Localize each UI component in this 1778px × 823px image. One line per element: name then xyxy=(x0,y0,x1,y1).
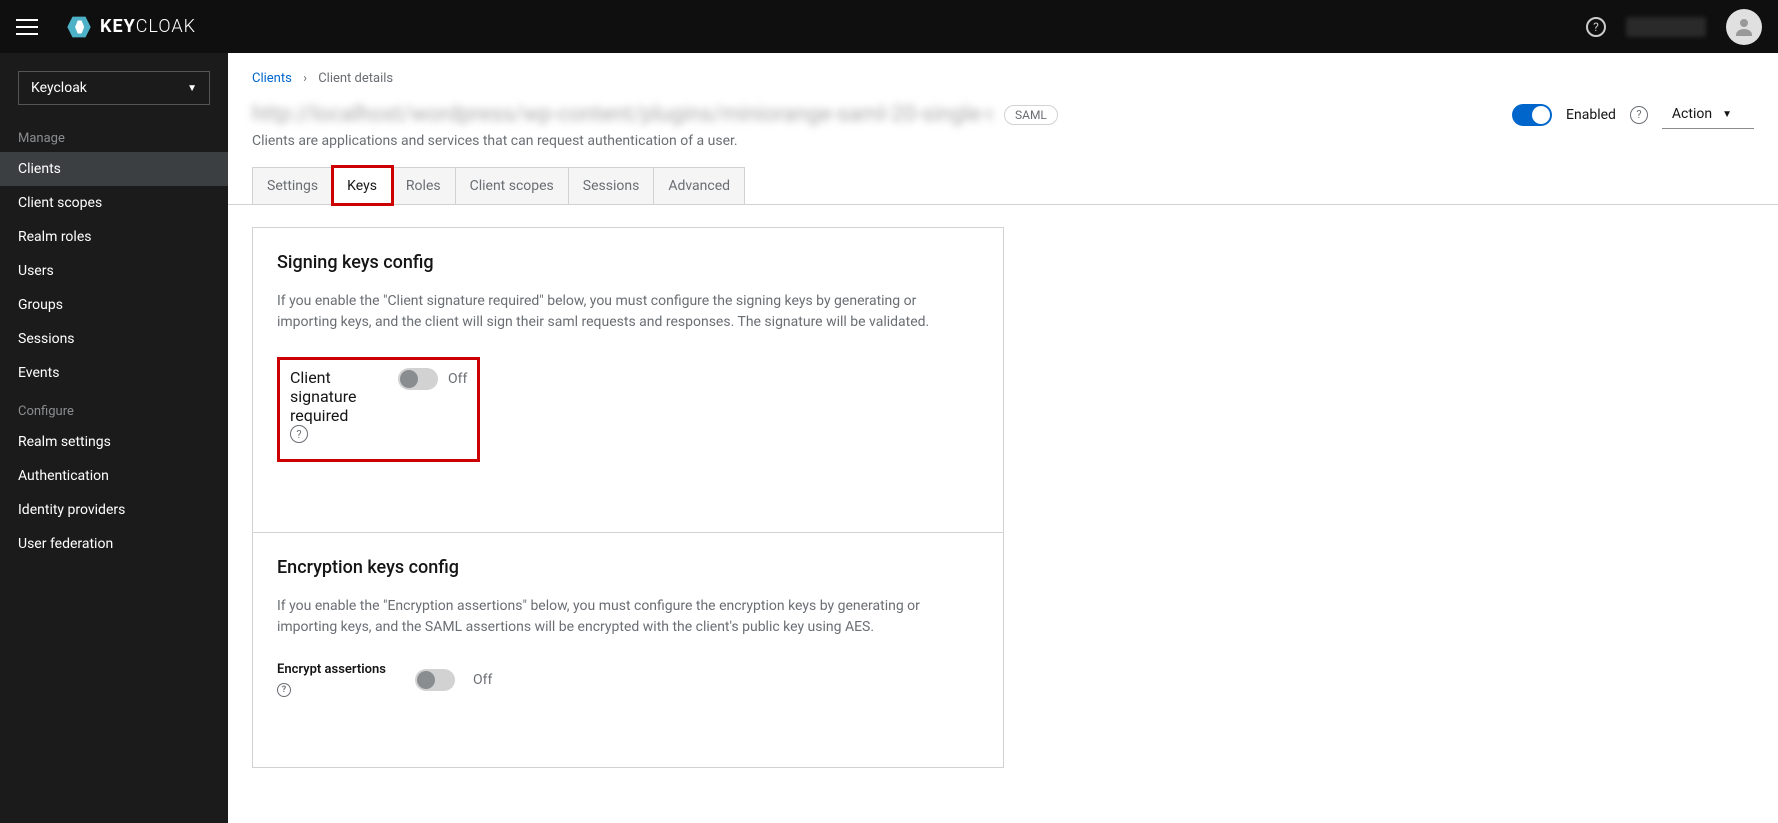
client-signature-required-label: Client signature required ? xyxy=(290,368,380,443)
sidebar-item-users[interactable]: Users xyxy=(0,254,228,288)
client-signature-required-highlight: Client signature required ? Off xyxy=(277,357,480,462)
client-id-blurred: http://localhost/wordpress/wp-content/pl… xyxy=(252,102,992,127)
breadcrumb-root[interactable]: Clients xyxy=(252,71,292,86)
main-content: Clients › Client details http://localhos… xyxy=(228,53,1778,823)
chevron-right-icon: › xyxy=(303,71,307,86)
breadcrumb: Clients › Client details xyxy=(228,53,1778,92)
encrypt-assertions-toggle[interactable] xyxy=(415,669,455,691)
encrypt-assertions-row: Encrypt assertions ? Off xyxy=(277,662,979,697)
enabled-toggle[interactable] xyxy=(1512,104,1552,126)
user-menu[interactable] xyxy=(1626,17,1706,37)
topbar-right: ? xyxy=(1586,9,1762,45)
encrypt-assertions-state: Off xyxy=(473,672,492,688)
encrypt-assertions-label: Encrypt assertions ? xyxy=(277,662,397,697)
brand-text: KEYCLOAK xyxy=(100,16,196,37)
help-icon[interactable]: ? xyxy=(290,425,308,443)
sidebar-item-realm-settings[interactable]: Realm settings xyxy=(0,425,228,459)
help-icon[interactable]: ? xyxy=(277,683,291,697)
action-dropdown-label: Action xyxy=(1672,106,1712,122)
caret-down-icon: ▼ xyxy=(1722,109,1732,120)
signing-title: Signing keys config xyxy=(277,252,979,273)
avatar[interactable] xyxy=(1726,9,1762,45)
keys-card: Signing keys config If you enable the "C… xyxy=(252,227,1004,768)
action-dropdown[interactable]: Action ▼ xyxy=(1662,100,1754,129)
topbar: KEYCLOAK ? xyxy=(0,0,1778,53)
sidebar-heading-configure: Configure xyxy=(0,390,228,425)
sidebar-item-events[interactable]: Events xyxy=(0,356,228,390)
tab-sessions[interactable]: Sessions xyxy=(569,167,655,204)
menu-toggle-icon[interactable] xyxy=(16,15,40,39)
sidebar-item-user-federation[interactable]: User federation xyxy=(0,527,228,561)
sidebar-heading-manage: Manage xyxy=(0,117,228,152)
sidebar-item-groups[interactable]: Groups xyxy=(0,288,228,322)
tab-client-scopes[interactable]: Client scopes xyxy=(456,167,569,204)
sidebar-item-authentication[interactable]: Authentication xyxy=(0,459,228,493)
sidebar: Keycloak ▼ Manage Clients Client scopes … xyxy=(0,53,228,823)
sidebar-item-identity-providers[interactable]: Identity providers xyxy=(0,493,228,527)
tabs: Settings Keys Roles Client scopes Sessio… xyxy=(228,167,1778,205)
enabled-label: Enabled xyxy=(1566,107,1616,123)
tab-settings[interactable]: Settings xyxy=(252,167,333,204)
signing-desc: If you enable the "Client signature requ… xyxy=(277,291,979,333)
sidebar-item-sessions[interactable]: Sessions xyxy=(0,322,228,356)
realm-selector[interactable]: Keycloak ▼ xyxy=(18,71,210,105)
realm-selector-label: Keycloak xyxy=(31,80,87,96)
help-icon[interactable]: ? xyxy=(1630,106,1648,124)
client-signature-required-state: Off xyxy=(448,371,467,387)
tab-keys[interactable]: Keys xyxy=(333,167,392,204)
encryption-section: Encryption keys config If you enable the… xyxy=(253,532,1003,767)
sidebar-item-clients[interactable]: Clients xyxy=(0,152,228,186)
help-icon[interactable]: ? xyxy=(1586,17,1606,37)
client-signature-required-toggle[interactable] xyxy=(398,368,438,390)
brand[interactable]: KEYCLOAK xyxy=(66,14,196,40)
encryption-title: Encryption keys config xyxy=(277,557,979,578)
protocol-badge: SAML xyxy=(1004,105,1058,125)
keycloak-logo-icon xyxy=(66,14,92,40)
signing-section: Signing keys config If you enable the "C… xyxy=(253,228,1003,532)
tab-roles[interactable]: Roles xyxy=(392,167,456,204)
sidebar-item-realm-roles[interactable]: Realm roles xyxy=(0,220,228,254)
client-description: Clients are applications and services th… xyxy=(228,133,1778,167)
client-header: http://localhost/wordpress/wp-content/pl… xyxy=(228,92,1778,133)
breadcrumb-current: Client details xyxy=(318,71,393,86)
encryption-desc: If you enable the "Encryption assertions… xyxy=(277,596,979,638)
sidebar-item-client-scopes[interactable]: Client scopes xyxy=(0,186,228,220)
caret-down-icon: ▼ xyxy=(187,83,197,94)
tab-advanced[interactable]: Advanced xyxy=(654,167,745,204)
